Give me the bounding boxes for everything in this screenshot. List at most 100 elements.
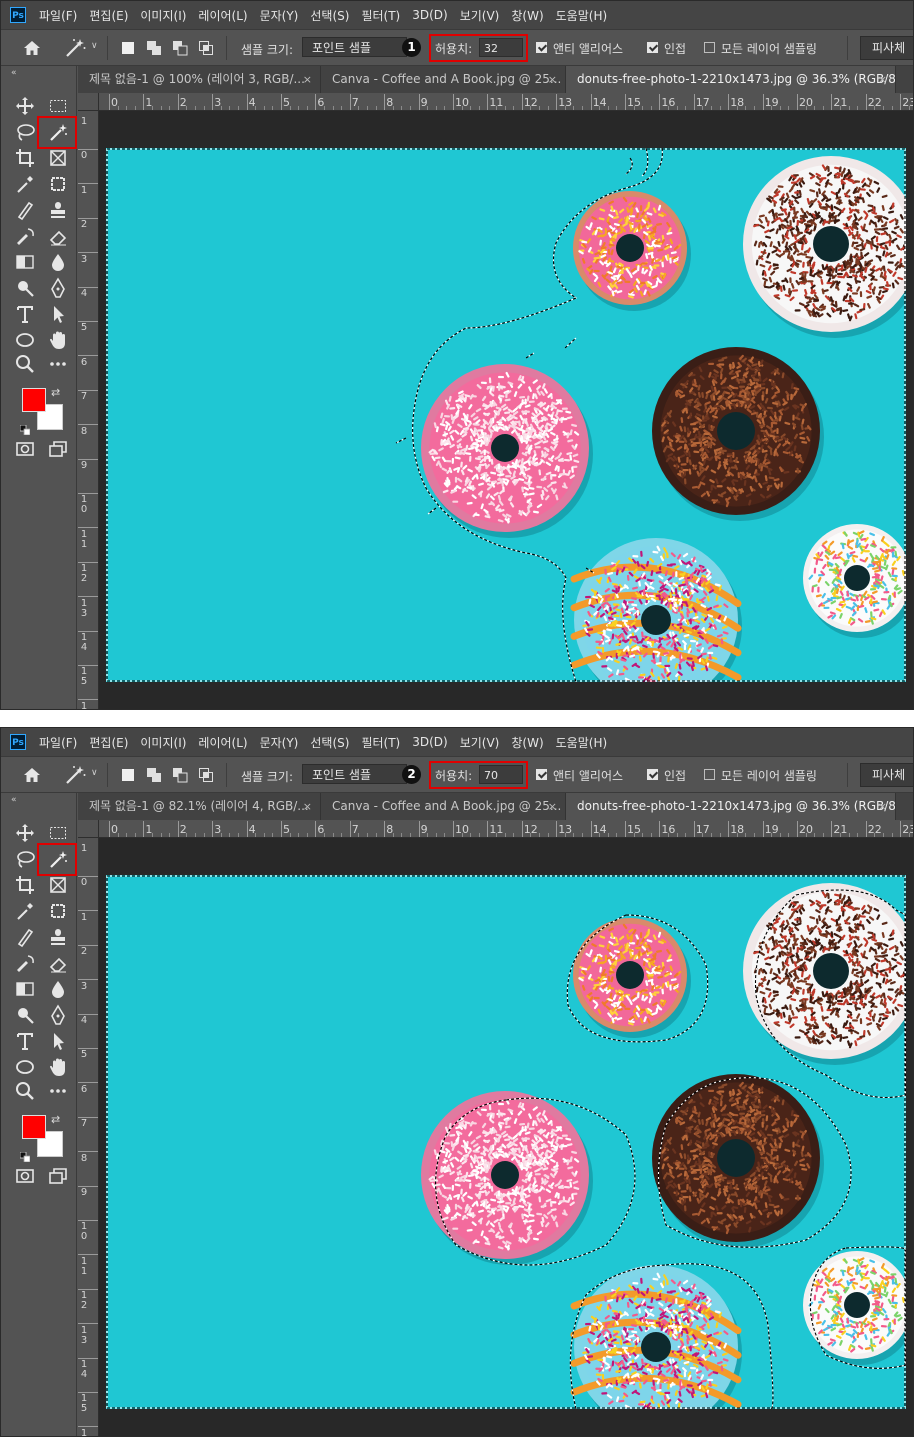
lasso-icon[interactable] <box>14 848 36 870</box>
history-brush-icon[interactable] <box>14 225 36 247</box>
close-icon[interactable]: × <box>303 793 312 820</box>
dodge-icon[interactable] <box>14 1004 36 1026</box>
document-tab[interactable]: Canva - Coffee and A Book.jpg @ 25...× <box>321 66 566 93</box>
crop-icon[interactable] <box>14 147 36 169</box>
swap-colors-icon[interactable]: ⇄ <box>51 386 60 399</box>
eraser-icon[interactable] <box>47 952 69 974</box>
stamp-icon[interactable] <box>47 926 69 948</box>
menu-item[interactable]: 3D(D) <box>412 735 447 749</box>
document-canvas[interactable] <box>106 148 906 682</box>
document-canvas[interactable] <box>106 875 906 1409</box>
swap-colors-icon[interactable]: ⇄ <box>51 1113 60 1126</box>
close-icon[interactable]: × <box>548 793 557 820</box>
document-workspace[interactable] <box>99 111 914 710</box>
tolerance-input[interactable]: 70 <box>479 765 523 784</box>
menu-item[interactable]: 창(W) <box>511 734 543 751</box>
horizontal-ruler[interactable]: 01234567891011121314151617181920212223 <box>99 93 914 111</box>
gradient-icon[interactable] <box>14 251 36 273</box>
screen-mode-icon[interactable] <box>47 1165 69 1187</box>
eyedropper-icon[interactable] <box>14 900 36 922</box>
path-select-icon[interactable] <box>47 303 69 325</box>
foreground-color-swatch[interactable] <box>22 388 46 412</box>
close-icon[interactable]: × <box>878 793 887 820</box>
move-icon[interactable] <box>14 822 36 844</box>
horizontal-ruler[interactable]: 01234567891011121314151617181920212223 <box>99 820 914 838</box>
sample-size-select[interactable]: 포인트 샘플 <box>302 37 407 57</box>
ellipse-icon[interactable] <box>14 329 36 351</box>
menu-item[interactable]: 이미지(I) <box>140 734 186 751</box>
hand-icon[interactable] <box>47 1056 69 1078</box>
stamp-icon[interactable] <box>47 199 69 221</box>
menu-item[interactable]: 문자(Y) <box>260 7 299 24</box>
anti-alias-checkbox[interactable] <box>536 42 547 53</box>
brush-icon[interactable] <box>14 199 36 221</box>
default-colors-icon[interactable] <box>20 1147 30 1157</box>
hand-icon[interactable] <box>47 329 69 351</box>
menu-item[interactable]: 레이어(L) <box>198 7 247 24</box>
eyedropper-icon[interactable] <box>14 173 36 195</box>
menu-item[interactable]: 편집(E) <box>89 7 128 24</box>
add-selection-icon[interactable] <box>146 767 162 783</box>
history-brush-icon[interactable] <box>14 952 36 974</box>
more-icon[interactable] <box>47 353 69 375</box>
home-icon[interactable] <box>23 40 41 56</box>
frame-icon[interactable] <box>47 147 69 169</box>
menu-item[interactable]: 도움말(H) <box>556 734 608 751</box>
close-icon[interactable]: × <box>878 66 887 93</box>
zoom-icon[interactable] <box>14 1080 36 1102</box>
magic-wand-preset-icon[interactable] <box>65 765 87 785</box>
subtract-selection-icon[interactable] <box>172 40 188 56</box>
document-workspace[interactable] <box>99 838 914 1437</box>
default-colors-icon[interactable] <box>20 420 30 430</box>
crop-icon[interactable] <box>14 874 36 896</box>
close-icon[interactable]: × <box>548 66 557 93</box>
menu-item[interactable]: 선택(S) <box>310 7 349 24</box>
menu-item[interactable]: 레이어(L) <box>198 734 247 751</box>
collapse-panel-icon[interactable]: « <box>11 68 17 78</box>
menu-item[interactable]: 창(W) <box>511 7 543 24</box>
sample-size-select[interactable]: 포인트 샘플 <box>302 764 407 784</box>
intersect-selection-icon[interactable] <box>198 40 214 56</box>
quick-mask-icon[interactable] <box>14 438 36 460</box>
new-selection-icon[interactable] <box>120 40 136 56</box>
chevron-down-icon[interactable]: ∨ <box>91 41 98 51</box>
menu-item[interactable]: 선택(S) <box>310 734 349 751</box>
eraser-icon[interactable] <box>47 225 69 247</box>
blur-icon[interactable] <box>47 978 69 1000</box>
add-selection-icon[interactable] <box>146 40 162 56</box>
document-tab[interactable]: 제목 없음-1 @ 82.1% (레이어 4, RGB/...× <box>78 793 321 820</box>
ellipse-icon[interactable] <box>14 1056 36 1078</box>
ruler-origin[interactable] <box>78 820 99 838</box>
tolerance-input[interactable]: 32 <box>479 38 523 57</box>
menu-item[interactable]: 3D(D) <box>412 8 447 22</box>
menu-item[interactable]: 필터(T) <box>361 7 400 24</box>
document-tab[interactable]: donuts-free-photo-1-2210x1473.jpg @ 36.3… <box>566 793 896 820</box>
pen-icon[interactable] <box>47 277 69 299</box>
contiguous-checkbox[interactable] <box>647 769 658 780</box>
quick-mask-icon[interactable] <box>14 1165 36 1187</box>
frame-icon[interactable] <box>47 874 69 896</box>
menu-item[interactable]: 문자(Y) <box>260 734 299 751</box>
ruler-origin[interactable] <box>78 93 99 111</box>
brush-icon[interactable] <box>14 926 36 948</box>
lasso-icon[interactable] <box>14 121 36 143</box>
subtract-selection-icon[interactable] <box>172 767 188 783</box>
blur-icon[interactable] <box>47 251 69 273</box>
menu-item[interactable]: 파일(F) <box>39 734 77 751</box>
type-icon[interactable] <box>14 303 36 325</box>
type-icon[interactable] <box>14 1030 36 1052</box>
collapse-panel-icon[interactable]: « <box>11 795 17 805</box>
menu-item[interactable]: 필터(T) <box>361 734 400 751</box>
menu-item[interactable]: 보기(V) <box>460 734 500 751</box>
move-icon[interactable] <box>14 95 36 117</box>
select-subject-button[interactable]: 피사체 <box>860 36 914 60</box>
new-selection-icon[interactable] <box>120 767 136 783</box>
gradient-icon[interactable] <box>14 978 36 1000</box>
path-select-icon[interactable] <box>47 1030 69 1052</box>
menu-item[interactable]: 파일(F) <box>39 7 77 24</box>
marquee-icon[interactable] <box>47 822 69 844</box>
marquee-icon[interactable] <box>47 95 69 117</box>
foreground-color-swatch[interactable] <box>22 1115 46 1139</box>
vertical-ruler[interactable]: 101234567891 01 11 21 31 41 51 <box>78 111 99 710</box>
vertical-ruler[interactable]: 101234567891 01 11 21 31 41 51 <box>78 838 99 1437</box>
